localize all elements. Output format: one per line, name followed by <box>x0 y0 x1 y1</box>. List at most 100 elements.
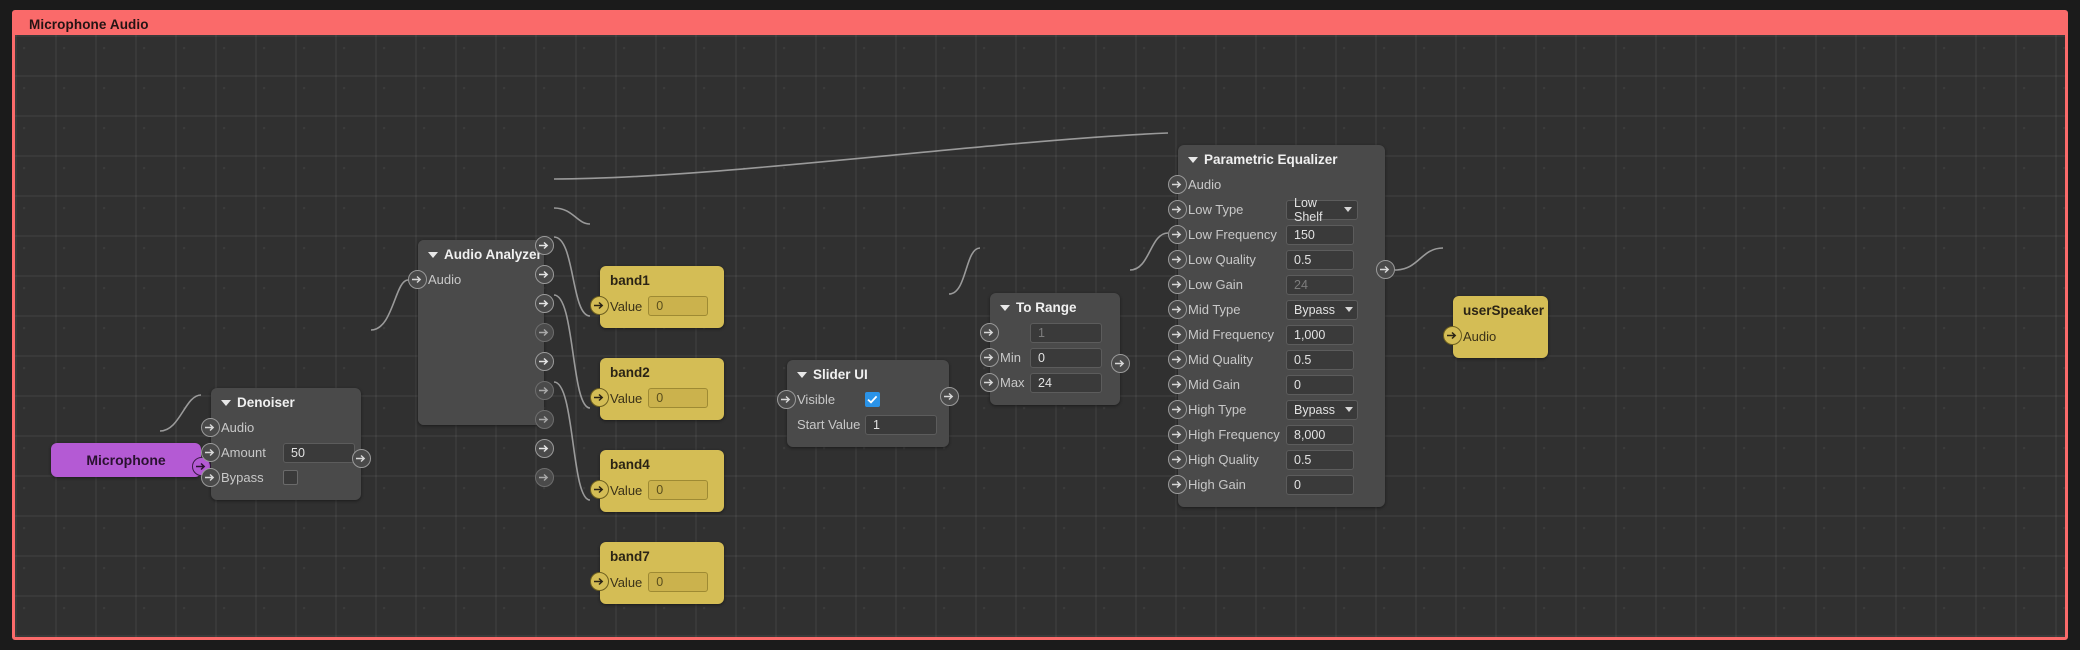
node-slider-header[interactable]: Slider UI <box>787 360 949 387</box>
port-torange-out[interactable] <box>1111 354 1130 373</box>
node-denoiser[interactable]: Denoiser Audio Amount 50 Bypass <box>201 388 371 500</box>
node-band4[interactable]: band4 Value 0 <box>590 450 724 512</box>
node-audio-analyzer[interactable]: Audio Analyzer Audio <box>408 236 554 487</box>
eq-high-gain-input[interactable]: 0 <box>1286 474 1354 495</box>
port-analyzer-out-1[interactable] <box>535 265 554 284</box>
band4-row-value: Value 0 <box>590 477 724 503</box>
eq-mid-quality-label: Mid Quality <box>1188 352 1254 367</box>
eq-mid-frequency-input[interactable]: 1,000 <box>1286 324 1354 345</box>
eq-mid-type-select[interactable]: Bypass <box>1286 299 1358 320</box>
denoiser-bypass-checkbox[interactable] <box>283 470 298 485</box>
eq-low-frequency-label: Low Frequency <box>1188 227 1277 242</box>
band2-value-input[interactable]: 0 <box>648 388 709 408</box>
port-eq-audio-out[interactable] <box>1376 260 1395 279</box>
node-graph-canvas[interactable]: Microphone Denoiser Audio Amount 50 Bypa… <box>15 35 2065 637</box>
node-microphone[interactable]: Microphone <box>51 443 211 477</box>
eq-low-gain-input[interactable]: 24 <box>1286 274 1354 295</box>
chevron-down-icon <box>1345 307 1353 312</box>
port-eq-low-gain-in[interactable] <box>1168 275 1187 294</box>
port-torange-max-in[interactable] <box>980 373 999 392</box>
eq-high-type-select[interactable]: Bypass <box>1286 399 1358 420</box>
torange-min-label: Min <box>1000 350 1021 365</box>
port-slider-out[interactable] <box>940 387 959 406</box>
arrow-right-icon <box>1115 359 1125 368</box>
node-parametric-equalizer[interactable]: Parametric Equalizer Audio Low Type Low … <box>1168 145 1395 507</box>
node-band1[interactable]: band1 Value 0 <box>590 266 724 328</box>
port-speaker-audio-in[interactable] <box>1443 326 1462 345</box>
eq-high-quality-input[interactable]: 0.5 <box>1286 449 1354 470</box>
eq-low-quality-input[interactable]: 0.5 <box>1286 249 1354 270</box>
port-band2-value-in[interactable] <box>590 388 609 407</box>
eq-high-type-label: High Type <box>1188 402 1247 417</box>
eq-mid-gain-input[interactable]: 0 <box>1286 374 1354 395</box>
collapse-triangle-icon[interactable] <box>797 372 807 378</box>
collapse-triangle-icon[interactable] <box>221 400 231 406</box>
eq-low-type-value: Low Shelf <box>1294 195 1323 224</box>
port-band1-value-in[interactable] <box>590 296 609 315</box>
port-analyzer-out-5[interactable] <box>535 381 554 400</box>
collapse-triangle-icon[interactable] <box>428 252 438 258</box>
node-user-speaker[interactable]: userSpeaker Audio <box>1443 296 1548 358</box>
denoiser-amount-input[interactable]: 50 <box>283 442 355 463</box>
node-eq-header[interactable]: Parametric Equalizer <box>1178 145 1385 172</box>
arrow-right-icon <box>539 444 549 453</box>
arrow-right-icon <box>1172 455 1182 464</box>
node-band4-title: band4 <box>610 457 650 472</box>
port-denoiser-audio-in[interactable] <box>201 418 220 437</box>
port-eq-low-type-in[interactable] <box>1168 200 1187 219</box>
port-denoiser-audio-out[interactable] <box>352 449 371 468</box>
collapse-triangle-icon[interactable] <box>1188 157 1198 163</box>
port-eq-mid-quality-in[interactable] <box>1168 350 1187 369</box>
port-eq-mid-gain-in[interactable] <box>1168 375 1187 394</box>
port-slider-visible-in[interactable] <box>777 390 796 409</box>
node-to-range[interactable]: To Range 1 Min 0 Max 24 <box>980 293 1130 405</box>
band1-value-input[interactable]: 0 <box>648 296 709 316</box>
slider-start-value-input[interactable]: 1 <box>865 414 937 435</box>
band7-value-input[interactable]: 0 <box>648 572 709 592</box>
port-eq-mid-type-in[interactable] <box>1168 300 1187 319</box>
node-denoiser-header[interactable]: Denoiser <box>211 388 361 415</box>
arrow-right-icon <box>1172 305 1182 314</box>
collapse-triangle-icon[interactable] <box>1000 305 1010 311</box>
port-analyzer-audio-in[interactable] <box>408 270 427 289</box>
torange-min-input[interactable]: 0 <box>1030 347 1102 368</box>
port-eq-high-type-in[interactable] <box>1168 400 1187 419</box>
port-analyzer-out-0[interactable] <box>535 236 554 255</box>
slider-visible-checkbox[interactable] <box>865 392 880 407</box>
port-band7-value-in[interactable] <box>590 572 609 591</box>
node-analyzer-header[interactable]: Audio Analyzer <box>418 240 544 267</box>
port-torange-min-in[interactable] <box>980 348 999 367</box>
port-eq-mid-frequency-in[interactable] <box>1168 325 1187 344</box>
eq-low-frequency-input[interactable]: 150 <box>1286 224 1354 245</box>
port-analyzer-out-4[interactable] <box>535 352 554 371</box>
port-torange-value-in[interactable] <box>980 323 999 342</box>
band4-value-input[interactable]: 0 <box>648 480 709 500</box>
torange-max-input[interactable]: 24 <box>1030 372 1102 393</box>
port-analyzer-out-3[interactable] <box>535 323 554 342</box>
port-eq-high-frequency-in[interactable] <box>1168 425 1187 444</box>
port-analyzer-out-6[interactable] <box>535 410 554 429</box>
port-eq-audio-in[interactable] <box>1168 175 1187 194</box>
eq-row-low-quality: Low Quality 0.5 <box>1168 247 1385 272</box>
node-torange-title: To Range <box>1016 300 1077 315</box>
node-band2[interactable]: band2 Value 0 <box>590 358 724 420</box>
port-denoiser-bypass-in[interactable] <box>201 468 220 487</box>
eq-low-type-select[interactable]: Low Shelf <box>1286 196 1358 224</box>
wire-eq-to-speaker <box>1394 247 1444 271</box>
port-eq-high-gain-in[interactable] <box>1168 475 1187 494</box>
eq-high-gain-label: High Gain <box>1188 477 1246 492</box>
port-analyzer-out-8[interactable] <box>535 468 554 487</box>
port-eq-high-quality-in[interactable] <box>1168 450 1187 469</box>
port-eq-low-frequency-in[interactable] <box>1168 225 1187 244</box>
port-analyzer-out-2[interactable] <box>535 294 554 313</box>
node-band7[interactable]: band7 Value 0 <box>590 542 724 604</box>
port-analyzer-out-7[interactable] <box>535 439 554 458</box>
torange-value-input[interactable]: 1 <box>1030 322 1102 343</box>
node-torange-header[interactable]: To Range <box>990 293 1120 320</box>
port-eq-low-quality-in[interactable] <box>1168 250 1187 269</box>
eq-mid-quality-input[interactable]: 0.5 <box>1286 349 1354 370</box>
port-denoiser-amount-in[interactable] <box>201 443 220 462</box>
port-band4-value-in[interactable] <box>590 480 609 499</box>
node-slider-ui[interactable]: Slider UI Visible Start Value 1 <box>777 360 959 447</box>
eq-high-frequency-input[interactable]: 8,000 <box>1286 424 1354 445</box>
